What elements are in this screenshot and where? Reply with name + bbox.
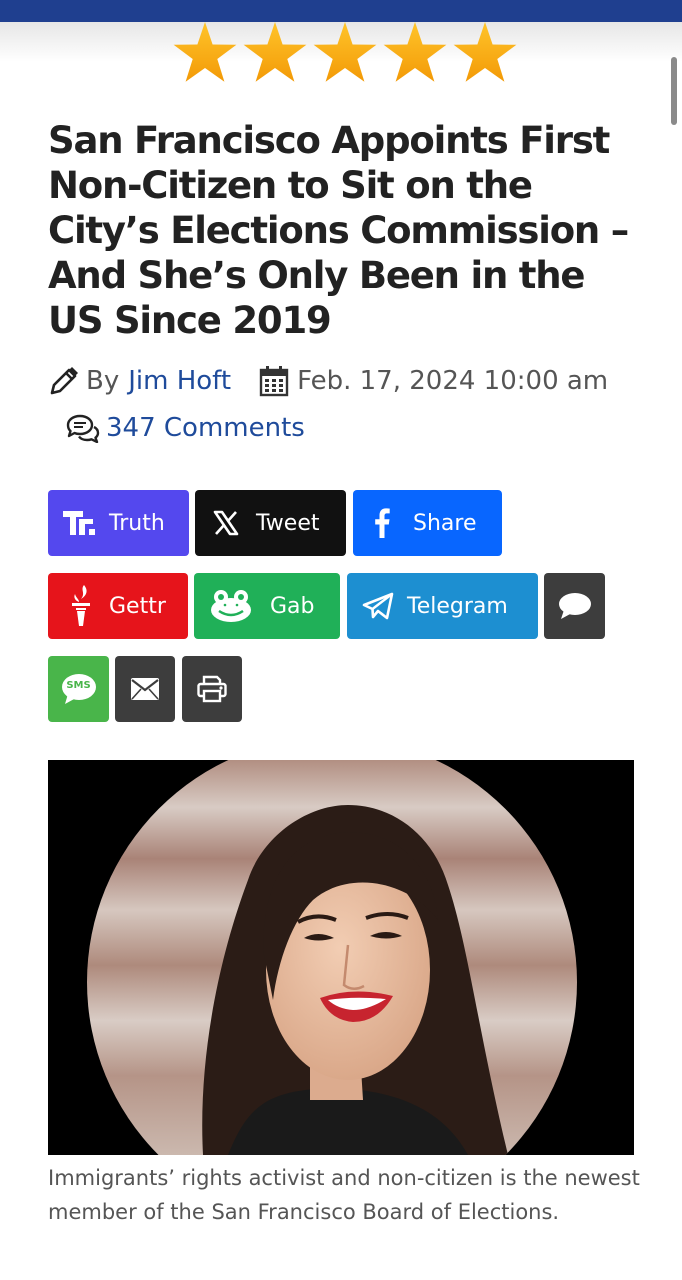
truth-share-button[interactable]: Truth: [48, 490, 189, 556]
truth-label: Truth: [109, 510, 165, 536]
envelope-icon: [131, 678, 159, 700]
tweet-label: Tweet: [256, 510, 320, 536]
scrollbar-thumb[interactable]: [671, 57, 677, 125]
facebook-share-label: Share: [413, 510, 477, 536]
sms-share-button[interactable]: SMS: [48, 656, 109, 722]
calendar-icon: [259, 366, 289, 397]
by-label: By: [86, 366, 120, 396]
printer-icon: [197, 675, 227, 703]
star-2-icon: [243, 22, 307, 82]
star-1-icon: [173, 22, 237, 82]
star-rating: [173, 22, 517, 82]
gab-frog-icon: [210, 589, 252, 623]
speech-bubble-icon: [558, 592, 592, 620]
comments-link[interactable]: 347 Comments: [106, 413, 305, 443]
publish-date: Feb. 17, 2024 10:00 am: [297, 366, 609, 396]
email-share-button[interactable]: [115, 656, 175, 722]
comments-row[interactable]: 347 Comments: [66, 409, 305, 447]
print-button[interactable]: [182, 656, 242, 722]
author-link[interactable]: Jim Hoft: [128, 366, 231, 396]
byline: By Jim Hoft Feb. 17, 2024 10:00 am: [48, 362, 668, 400]
pencil-icon: [50, 367, 78, 395]
image-caption: Immigrants’ rights activist and non-citi…: [48, 1166, 640, 1224]
facebook-share-button[interactable]: Share: [353, 490, 502, 556]
article-title: San Francisco Appoints First Non-Citizen…: [48, 119, 629, 342]
gettr-label: Gettr: [109, 593, 166, 619]
x-logo-icon: [212, 510, 240, 536]
gettr-torch-icon: [67, 584, 95, 628]
sms-icon: SMS: [61, 673, 97, 705]
tweet-button[interactable]: Tweet: [195, 490, 346, 556]
star-5-icon: [453, 22, 517, 82]
comment-share-button[interactable]: [544, 573, 605, 639]
star-3-icon: [313, 22, 377, 82]
gab-label: Gab: [270, 593, 315, 619]
sms-label: SMS: [66, 680, 91, 691]
truth-social-icon: [62, 509, 96, 537]
comments-icon: [66, 414, 100, 443]
telegram-label: Telegram: [407, 593, 508, 619]
gab-share-button[interactable]: Gab: [194, 573, 340, 639]
facebook-icon: [371, 508, 393, 538]
gettr-share-button[interactable]: Gettr: [48, 573, 188, 639]
top-nav-bar: [0, 0, 682, 22]
star-4-icon: [383, 22, 447, 82]
portrait-photo: [48, 760, 634, 1155]
paper-plane-icon: [361, 592, 395, 620]
telegram-share-button[interactable]: Telegram: [347, 573, 538, 639]
featured-image: [48, 760, 634, 1155]
